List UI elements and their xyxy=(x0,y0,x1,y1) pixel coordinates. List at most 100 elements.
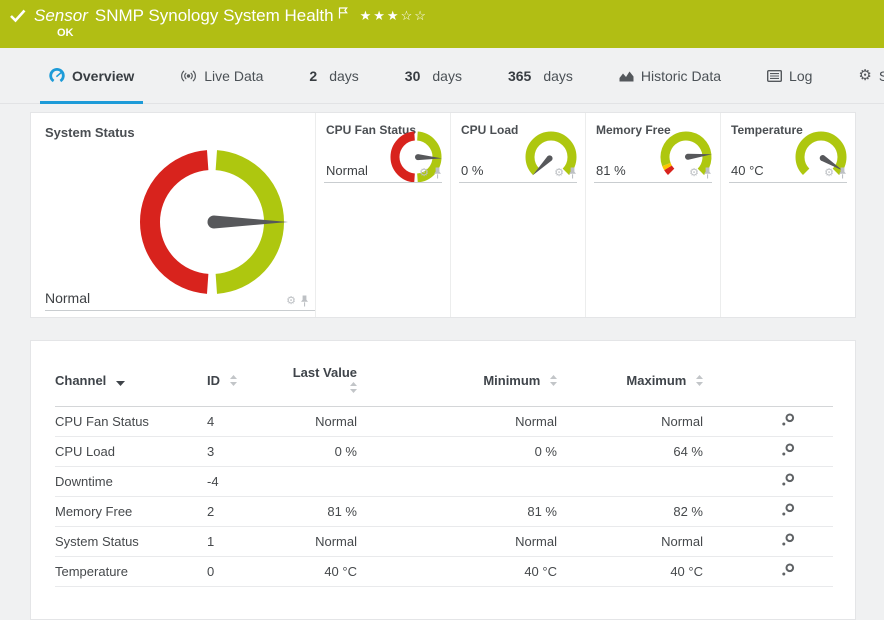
tab-historic-data[interactable]: Historic Data xyxy=(610,48,730,103)
page-title: SNMP Synology System Health xyxy=(95,6,334,26)
cell-id: 1 xyxy=(207,527,285,557)
cell-last-value: Normal xyxy=(285,407,357,437)
cell-last-value: 0 % xyxy=(285,437,357,467)
flag-icon[interactable] xyxy=(338,7,348,19)
system-status-gauge xyxy=(127,137,297,312)
cell-last-value: Normal xyxy=(285,527,357,557)
cell-id: 2 xyxy=(207,497,285,527)
cell-channel: CPU Fan Status xyxy=(55,407,207,437)
sensor-status-text: OK xyxy=(57,27,884,39)
gear-icon[interactable]: ⚙ xyxy=(689,168,699,179)
column-header-id[interactable]: ID xyxy=(207,365,285,407)
channel-settings-icon[interactable] xyxy=(781,503,795,517)
column-header-last-value[interactable]: Last Value xyxy=(285,365,357,407)
pin-icon[interactable] xyxy=(838,167,847,179)
cell-actions xyxy=(703,407,833,437)
table-header-row: Channel ID Last Value Minimum Maximum xyxy=(55,365,833,407)
tab-365-days[interactable]: 365days xyxy=(499,48,582,103)
live-data-icon xyxy=(180,69,197,83)
cell-id: -4 xyxy=(207,467,285,497)
mini-gauge-cell[interactable]: Memory Free81 %⚙ xyxy=(585,113,720,317)
table-row[interactable]: Downtime-4 xyxy=(55,467,833,497)
tab-live-data[interactable]: Live Data xyxy=(171,48,272,103)
gauge-value: 0 % xyxy=(461,163,483,178)
divider xyxy=(594,182,712,183)
cell-channel: Temperature xyxy=(55,557,207,587)
mini-gauge-cell[interactable]: Temperature40 °C⚙ xyxy=(720,113,855,317)
cell-actions xyxy=(703,557,833,587)
channel-settings-icon[interactable] xyxy=(781,443,795,457)
channel-table: Channel ID Last Value Minimum Maximum xyxy=(55,365,833,587)
cell-maximum: 64 % xyxy=(557,437,703,467)
column-header-minimum[interactable]: Minimum xyxy=(357,365,557,407)
cell-maximum: Normal xyxy=(557,407,703,437)
cell-channel: Downtime xyxy=(55,467,207,497)
column-header-actions xyxy=(703,365,833,407)
priority-stars[interactable]: ★★★☆☆ xyxy=(360,9,428,22)
cell-actions xyxy=(703,467,833,497)
tab-2-days[interactable]: 2days xyxy=(300,48,367,103)
gauge-value: Normal xyxy=(45,290,90,306)
pin-icon[interactable] xyxy=(568,167,577,179)
cell-maximum: 40 °C xyxy=(557,557,703,587)
cell-minimum: 81 % xyxy=(357,497,557,527)
tab-settings[interactable]: ⚙ Settings xyxy=(849,48,884,103)
status-ok-check-icon xyxy=(10,9,26,23)
pin-icon[interactable] xyxy=(703,167,712,179)
table-row[interactable]: Temperature040 °C40 °C40 °C xyxy=(55,557,833,587)
gear-icon[interactable]: ⚙ xyxy=(286,296,296,307)
cell-last-value: 81 % xyxy=(285,497,357,527)
channel-settings-icon[interactable] xyxy=(781,413,795,427)
settings-gear-icon: ⚙ xyxy=(858,68,871,83)
cell-maximum: Normal xyxy=(557,527,703,557)
cell-minimum: 0 % xyxy=(357,437,557,467)
cell-last-value: 40 °C xyxy=(285,557,357,587)
pin-icon[interactable] xyxy=(300,295,309,307)
sensor-header-bar: Sensor SNMP Synology System Health ★★★☆☆… xyxy=(0,0,884,48)
gear-icon[interactable]: ⚙ xyxy=(419,168,429,179)
gear-icon[interactable]: ⚙ xyxy=(554,168,564,179)
gauge-icon xyxy=(49,68,65,83)
pin-icon[interactable] xyxy=(433,167,442,179)
cell-channel: CPU Load xyxy=(55,437,207,467)
channel-settings-icon[interactable] xyxy=(781,473,795,487)
tab-overview[interactable]: Overview xyxy=(40,48,143,103)
channel-settings-icon[interactable] xyxy=(781,563,795,577)
cell-actions xyxy=(703,497,833,527)
log-list-icon xyxy=(767,70,782,82)
divider xyxy=(459,182,577,183)
sort-both-icon xyxy=(696,374,703,389)
column-header-channel[interactable]: Channel xyxy=(55,365,207,407)
channel-settings-icon[interactable] xyxy=(781,533,795,547)
channel-table-panel: Channel ID Last Value Minimum Maximum xyxy=(30,340,856,620)
gauge-value: Normal xyxy=(326,163,368,178)
cell-maximum: 82 % xyxy=(557,497,703,527)
cell-minimum: 40 °C xyxy=(357,557,557,587)
gauge-value: 81 % xyxy=(596,163,626,178)
tab-log[interactable]: Log xyxy=(758,48,821,103)
cell-id: 0 xyxy=(207,557,285,587)
tab-30-days[interactable]: 30days xyxy=(396,48,471,103)
cell-channel: System Status xyxy=(55,527,207,557)
object-kind-label: Sensor xyxy=(34,6,88,26)
divider xyxy=(45,310,315,311)
cell-id: 3 xyxy=(207,437,285,467)
cell-last-value xyxy=(285,467,357,497)
column-header-maximum[interactable]: Maximum xyxy=(557,365,703,407)
gear-icon[interactable]: ⚙ xyxy=(824,168,834,179)
table-row[interactable]: CPU Fan Status4NormalNormalNormal xyxy=(55,407,833,437)
table-row[interactable]: Memory Free281 %81 %82 % xyxy=(55,497,833,527)
gauge-title: System Status xyxy=(45,125,135,140)
sort-both-icon xyxy=(550,374,557,389)
gauge-title: CPU Load xyxy=(461,123,518,137)
cell-actions xyxy=(703,437,833,467)
system-status-gauge-block[interactable]: System Status Normal ⚙ xyxy=(31,113,315,317)
table-row[interactable]: System Status1NormalNormalNormal xyxy=(55,527,833,557)
table-row[interactable]: CPU Load30 %0 %64 % xyxy=(55,437,833,467)
mini-gauge-cell[interactable]: CPU Fan StatusNormal⚙ xyxy=(315,113,450,317)
sort-both-icon xyxy=(350,381,357,396)
cell-id: 4 xyxy=(207,407,285,437)
mini-gauge-cell[interactable]: CPU Load 0 % ⚙ xyxy=(450,113,585,317)
sort-both-icon xyxy=(230,374,237,389)
gauge-value: 40 °C xyxy=(731,163,764,178)
